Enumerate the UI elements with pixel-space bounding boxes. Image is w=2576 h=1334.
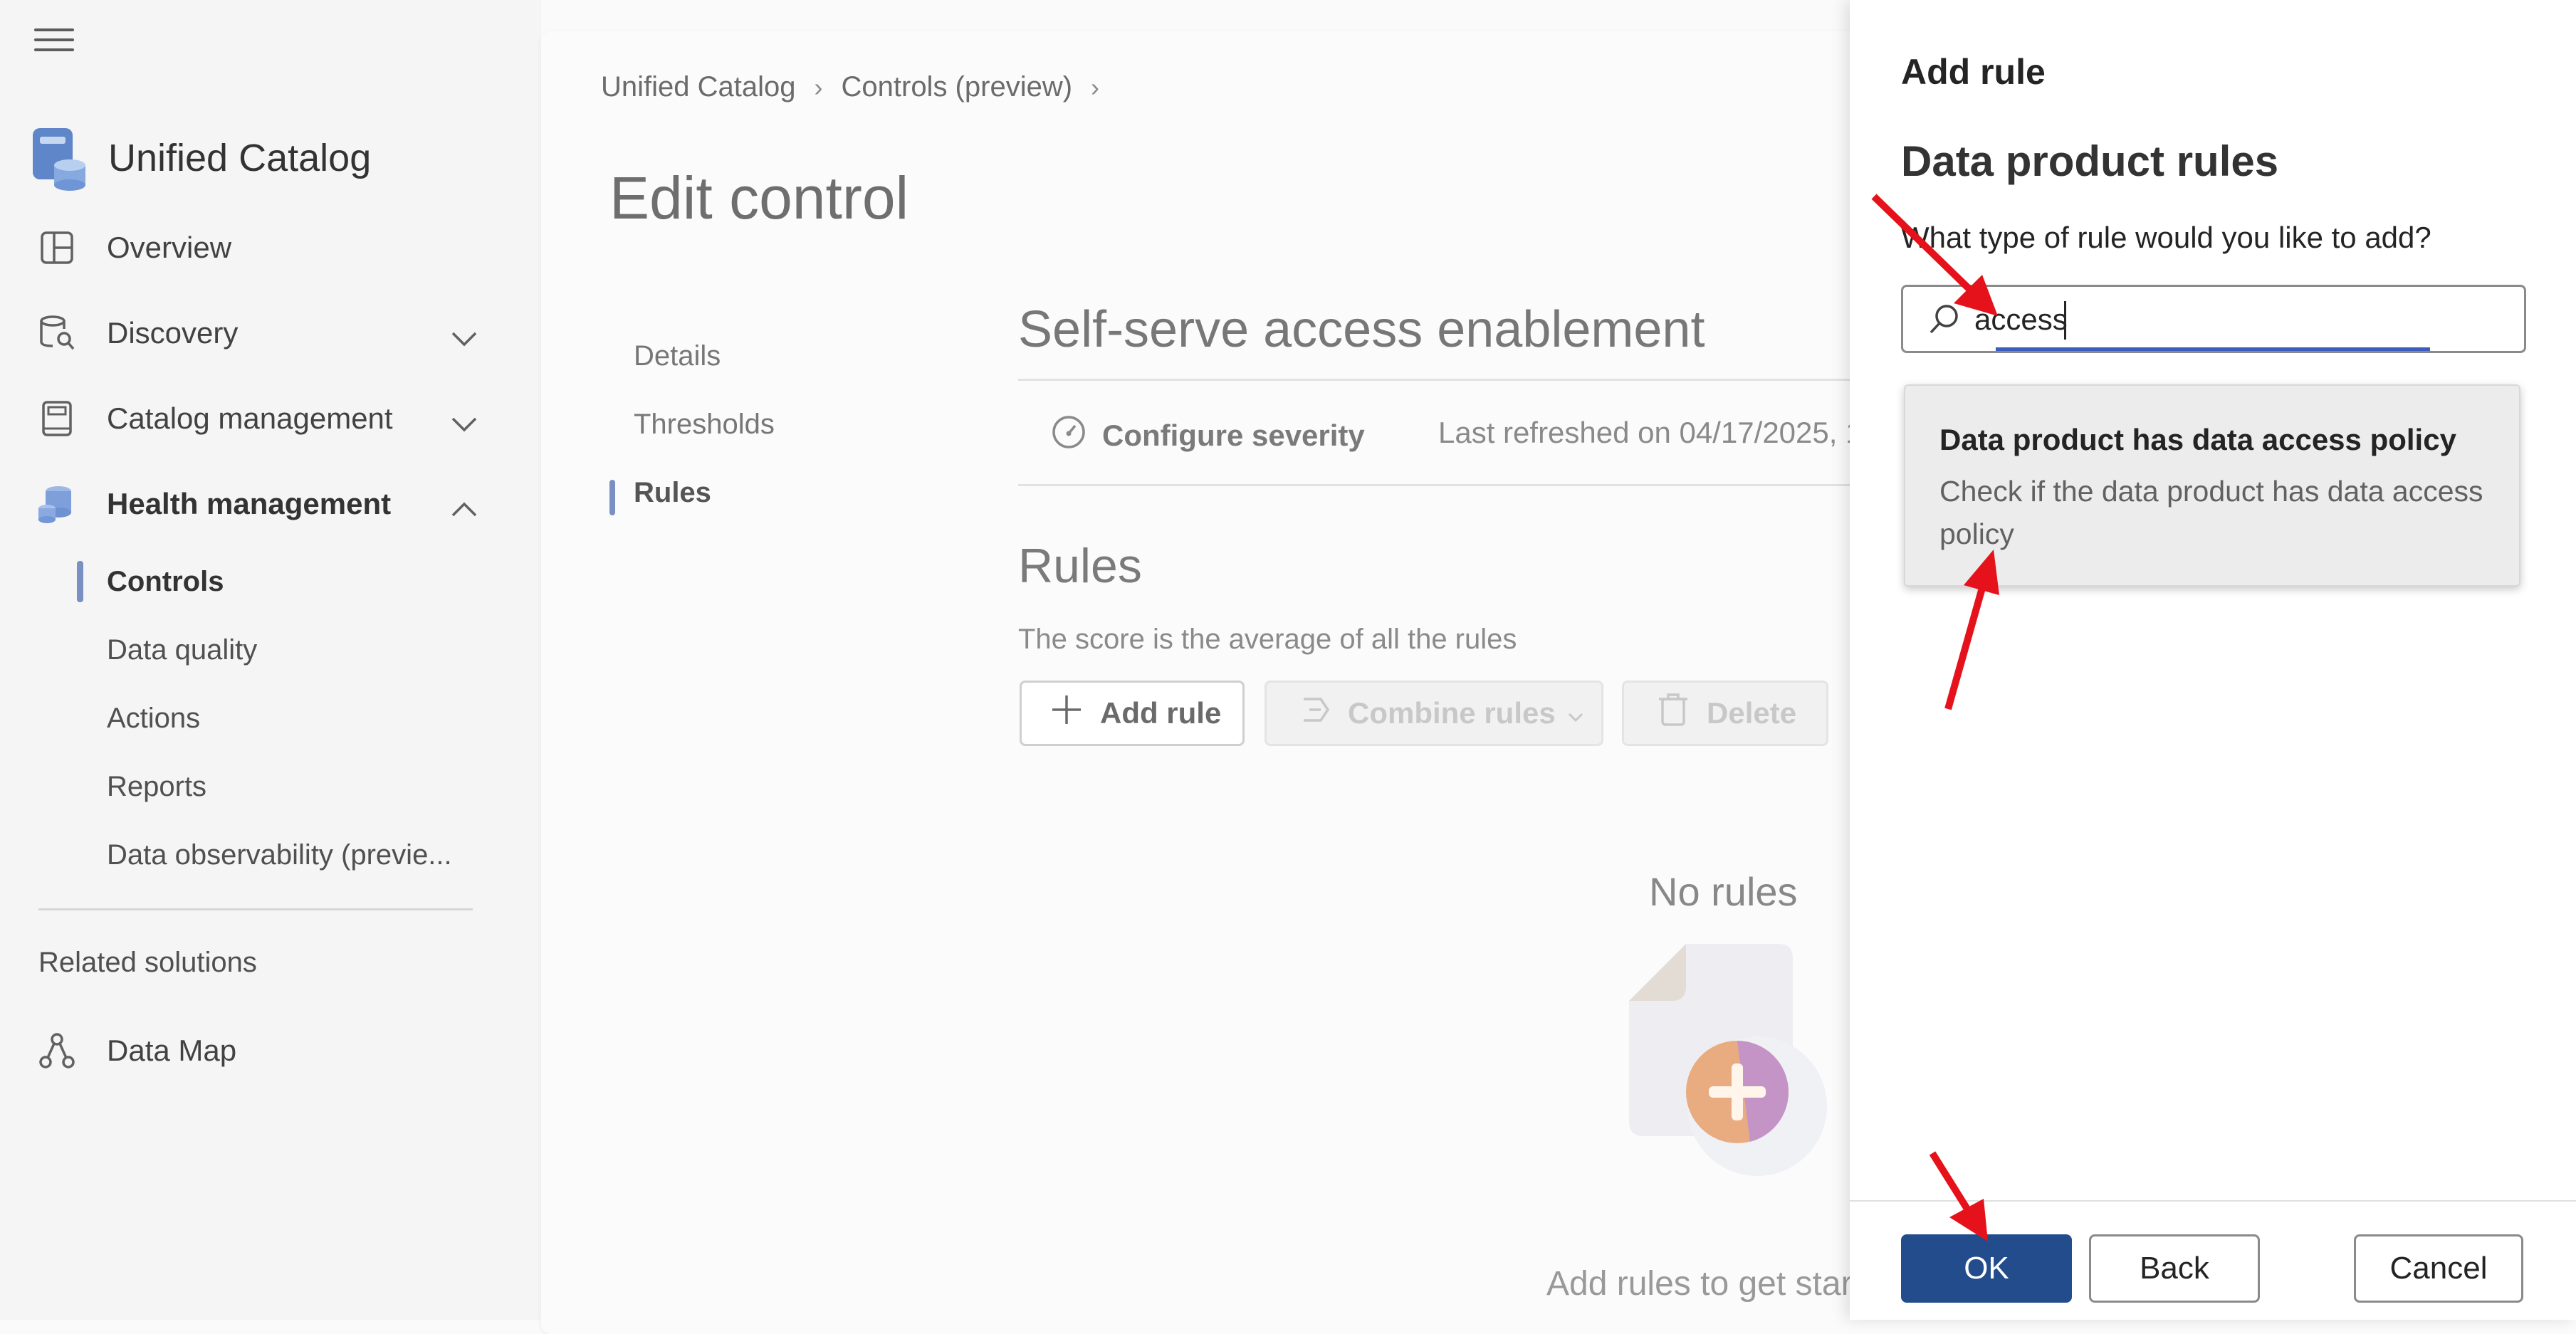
related-solutions-heading: Related solutions — [38, 947, 257, 978]
rules-description: The score is the average of all the rule… — [1018, 624, 1517, 655]
sub-item-reports[interactable]: Reports — [107, 762, 206, 812]
delete-button[interactable]: Delete — [1622, 681, 1828, 746]
nav-item-data-map[interactable]: Data Map — [37, 1022, 478, 1079]
hamburger-menu-icon[interactable] — [34, 28, 74, 57]
combine-icon — [1299, 693, 1332, 733]
breadcrumb-chevron-icon: › — [1091, 72, 1100, 102]
tab-thresholds[interactable]: Thresholds — [634, 409, 775, 441]
data-map-icon — [37, 1031, 77, 1071]
combine-rules-button[interactable]: Combine rules — [1265, 681, 1603, 746]
sub-item-data-observability[interactable]: Data observability (previe... — [107, 830, 452, 880]
chevron-down-icon[interactable] — [450, 322, 478, 356]
unified-catalog-icon — [30, 125, 88, 191]
chevron-down-icon[interactable] — [450, 407, 478, 441]
app-header: Unified Catalog — [30, 125, 371, 191]
add-rule-panel: Add rule Data product rules What type of… — [1850, 0, 2576, 1320]
combine-rules-label: Combine rules — [1348, 696, 1556, 730]
back-button[interactable]: Back — [2089, 1234, 2260, 1303]
delete-label: Delete — [1707, 696, 1797, 730]
panel-title: Add rule — [1901, 52, 2046, 92]
breadcrumb: Unified Catalog › Controls (preview) › — [601, 71, 1118, 103]
catalog-book-icon — [37, 399, 77, 438]
plus-icon — [1050, 693, 1083, 733]
breadcrumb-chevron-icon: › — [814, 72, 823, 102]
sub-item-controls[interactable]: Controls — [107, 557, 224, 606]
ok-button[interactable]: OK — [1901, 1234, 2072, 1303]
nav-item-catalog-management[interactable]: Catalog management — [37, 390, 478, 447]
gauge-icon — [1051, 414, 1087, 457]
empty-state-subtitle: Add rules to get star — [1546, 1265, 1853, 1303]
add-document-illustration-icon — [1629, 944, 1843, 1179]
control-name: Self-serve access enablement — [1018, 301, 1705, 358]
chevron-down-icon — [1567, 696, 1584, 730]
breadcrumb-controls[interactable]: Controls (preview) — [842, 71, 1073, 103]
active-item-indicator — [77, 561, 83, 602]
overview-grid-icon — [37, 228, 77, 268]
rules-heading: Rules — [1018, 539, 1142, 593]
breadcrumb-unified-catalog[interactable]: Unified Catalog — [601, 71, 796, 103]
tab-details[interactable]: Details — [634, 340, 721, 372]
page-title: Edit control — [609, 164, 909, 231]
trash-icon — [1657, 692, 1690, 735]
search-value: access — [1974, 303, 2068, 336]
sub-item-data-quality[interactable]: Data quality — [107, 625, 257, 675]
nav-label-discovery: Discovery — [107, 316, 239, 350]
discovery-search-database-icon — [37, 313, 77, 353]
add-rule-label: Add rule — [1100, 696, 1222, 730]
last-refreshed-text: Last refreshed on 04/17/2025, 1 — [1438, 416, 1863, 449]
app-title: Unified Catalog — [108, 137, 372, 179]
panel-footer-divider — [1850, 1200, 2576, 1202]
nav-item-discovery[interactable]: Discovery — [37, 305, 478, 362]
nav-label-overview: Overview — [107, 231, 232, 264]
sub-item-actions[interactable]: Actions — [107, 693, 200, 743]
focus-underline — [1996, 347, 2430, 351]
nav-item-overview[interactable]: Overview — [37, 219, 478, 276]
tab-rules[interactable]: Rules — [634, 477, 711, 509]
suggestion-title: Data product has data access policy — [1939, 423, 2456, 456]
search-icon — [1927, 303, 1962, 340]
nav-label-health-management: Health management — [107, 487, 392, 520]
empty-state-title: No rules — [1649, 869, 1798, 914]
nav-item-health-management[interactable]: Health management — [37, 476, 478, 532]
nav-label-catalog-management: Catalog management — [107, 401, 393, 435]
nav-label-data-map: Data Map — [107, 1034, 237, 1067]
add-rule-button[interactable]: Add rule — [1020, 681, 1245, 746]
cancel-button[interactable]: Cancel — [2354, 1234, 2523, 1303]
chevron-up-icon[interactable] — [450, 493, 478, 527]
rule-suggestion-option[interactable]: Data product has data access policy Chec… — [1904, 384, 2520, 587]
suggestion-description: Check if the data product has data acces… — [1939, 475, 2483, 550]
health-management-icon — [37, 484, 77, 524]
text-cursor — [2064, 301, 2066, 340]
nav-divider — [38, 908, 473, 910]
left-navigation: Unified Catalog Overview Discovery Catal… — [0, 0, 541, 1320]
rule-search-input[interactable]: access — [1901, 285, 2526, 353]
rule-type-question: What type of rule would you like to add? — [1901, 221, 2431, 254]
active-tab-indicator — [609, 480, 615, 515]
configure-severity-button[interactable]: Configure severity — [1051, 414, 1365, 457]
configure-severity-label: Configure severity — [1102, 419, 1365, 452]
panel-subtitle: Data product rules — [1901, 137, 2279, 185]
